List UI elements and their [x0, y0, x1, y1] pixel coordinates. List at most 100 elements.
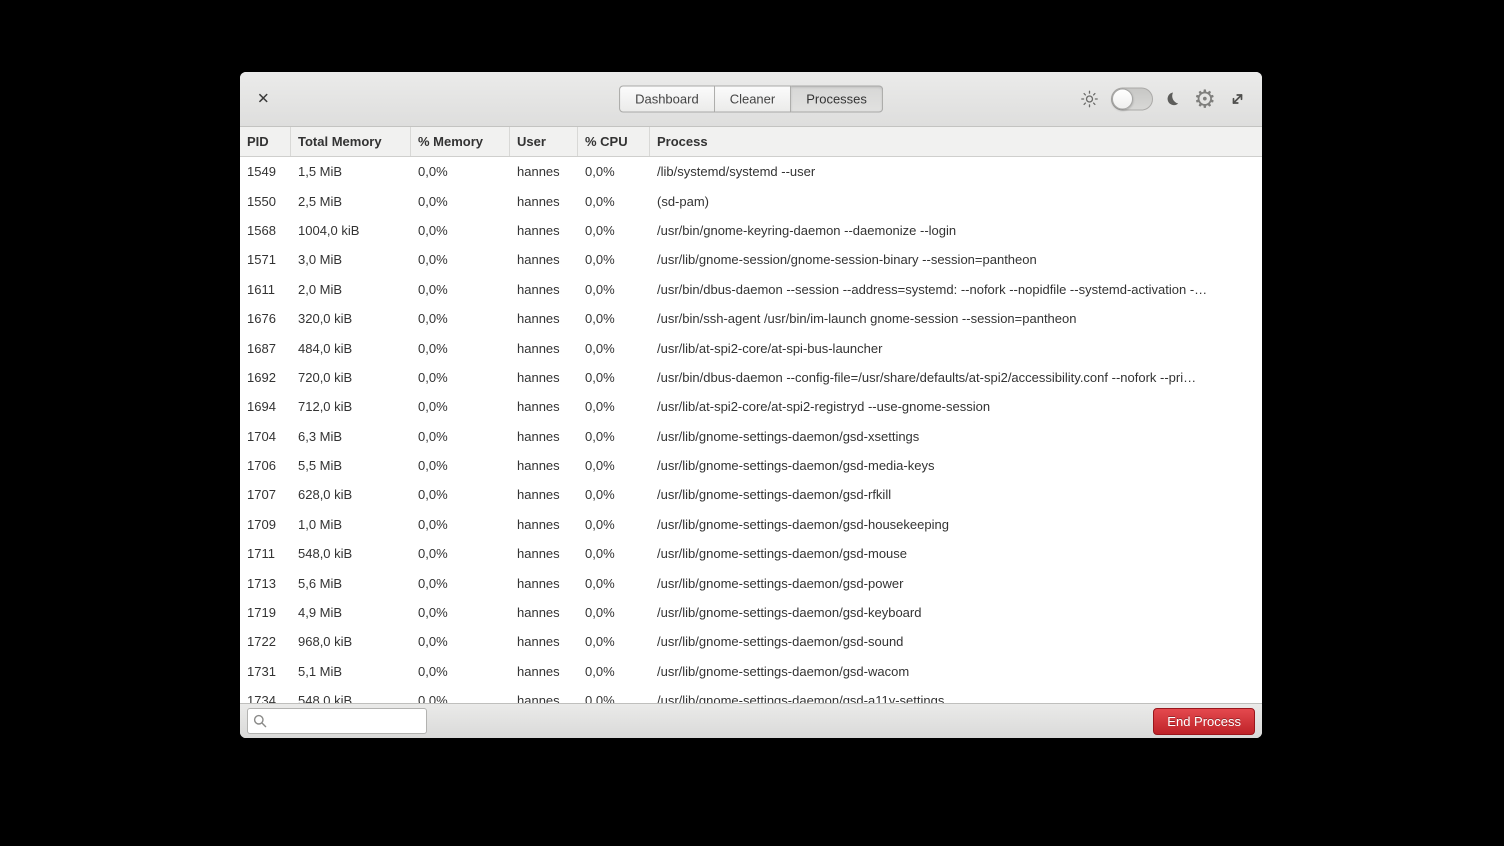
close-icon: ✕ — [257, 90, 270, 108]
cell-pid: 1704 — [240, 429, 291, 444]
cell-user: hannes — [510, 487, 578, 502]
cell-process: /usr/lib/gnome-settings-daemon/gsd-a11y-… — [650, 693, 1262, 703]
column-header-cpu[interactable]: % CPU — [578, 127, 650, 156]
end-process-button[interactable]: End Process — [1153, 708, 1255, 735]
cell-pid: 1713 — [240, 576, 291, 591]
cell-memory-pct: 0,0% — [411, 311, 510, 326]
cell-user: hannes — [510, 546, 578, 561]
cell-cpu-pct: 0,0% — [578, 399, 650, 414]
moon-icon — [1166, 92, 1181, 107]
cell-pid: 1687 — [240, 341, 291, 356]
cell-total-memory: 3,0 MiB — [291, 252, 411, 267]
cell-memory-pct: 0,0% — [411, 399, 510, 414]
cell-user: hannes — [510, 458, 578, 473]
tab-cleaner[interactable]: Cleaner — [715, 86, 792, 113]
cell-pid: 1676 — [240, 311, 291, 326]
cell-cpu-pct: 0,0% — [578, 370, 650, 385]
table-row[interactable]: 1707628,0 kiB0,0%hannes0,0%/usr/lib/gnom… — [240, 480, 1262, 509]
cell-process: /usr/bin/ssh-agent /usr/bin/im-launch gn… — [650, 311, 1262, 326]
cell-user: hannes — [510, 341, 578, 356]
tab-processes[interactable]: Processes — [791, 86, 883, 113]
cell-user: hannes — [510, 194, 578, 209]
fullscreen-icon[interactable] — [1229, 91, 1246, 108]
cell-user: hannes — [510, 282, 578, 297]
cell-memory-pct: 0,0% — [411, 223, 510, 238]
cell-total-memory: 1004,0 kiB — [291, 223, 411, 238]
table-row[interactable]: 1722968,0 kiB0,0%hannes0,0%/usr/lib/gnom… — [240, 627, 1262, 656]
table-row[interactable]: 1711548,0 kiB0,0%hannes0,0%/usr/lib/gnom… — [240, 539, 1262, 568]
cell-cpu-pct: 0,0% — [578, 546, 650, 561]
cell-cpu-pct: 0,0% — [578, 664, 650, 679]
cell-pid: 1731 — [240, 664, 291, 679]
column-header-memory[interactable]: % Memory — [411, 127, 510, 156]
table-row[interactable]: 17091,0 MiB0,0%hannes0,0%/usr/lib/gnome-… — [240, 510, 1262, 539]
cell-total-memory: 5,5 MiB — [291, 458, 411, 473]
cell-cpu-pct: 0,0% — [578, 164, 650, 179]
cell-memory-pct: 0,0% — [411, 282, 510, 297]
cell-memory-pct: 0,0% — [411, 370, 510, 385]
column-header-user[interactable]: User — [510, 127, 578, 156]
table-row[interactable]: 17135,6 MiB0,0%hannes0,0%/usr/lib/gnome-… — [240, 568, 1262, 597]
table-row[interactable]: 15681004,0 kiB0,0%hannes0,0%/usr/bin/gno… — [240, 216, 1262, 245]
cell-process: /usr/lib/gnome-settings-daemon/gsd-power — [650, 576, 1262, 591]
cell-total-memory: 1,5 MiB — [291, 164, 411, 179]
cell-pid: 1707 — [240, 487, 291, 502]
column-header-pid[interactable]: PID — [240, 127, 291, 156]
dark-mode-toggle[interactable] — [1111, 88, 1153, 111]
search-field[interactable] — [247, 708, 427, 734]
table-row[interactable]: 1676320,0 kiB0,0%hannes0,0%/usr/bin/ssh-… — [240, 304, 1262, 333]
cell-user: hannes — [510, 664, 578, 679]
cell-user: hannes — [510, 370, 578, 385]
cell-memory-pct: 0,0% — [411, 576, 510, 591]
table-row[interactable]: 15713,0 MiB0,0%hannes0,0%/usr/lib/gnome-… — [240, 245, 1262, 274]
close-button[interactable]: ✕ — [253, 90, 274, 109]
table-header: PIDTotal Memory% MemoryUser% CPUProcess — [240, 127, 1262, 157]
app-window: ✕ DashboardCleanerProcesses — [240, 72, 1262, 738]
cell-user: hannes — [510, 399, 578, 414]
column-header-process[interactable]: Process — [650, 127, 1262, 156]
cell-total-memory: 4,9 MiB — [291, 605, 411, 620]
cell-process: /lib/systemd/systemd --user — [650, 164, 1262, 179]
table-row[interactable]: 15491,5 MiB0,0%hannes0,0%/lib/systemd/sy… — [240, 157, 1262, 186]
cell-process: /usr/lib/gnome-settings-daemon/gsd-keybo… — [650, 605, 1262, 620]
cell-process: /usr/lib/gnome-session/gnome-session-bin… — [650, 252, 1262, 267]
cell-total-memory: 5,1 MiB — [291, 664, 411, 679]
cell-memory-pct: 0,0% — [411, 605, 510, 620]
table-row[interactable]: 17315,1 MiB0,0%hannes0,0%/usr/lib/gnome-… — [240, 657, 1262, 686]
cell-total-memory: 628,0 kiB — [291, 487, 411, 502]
cell-pid: 1709 — [240, 517, 291, 532]
cell-pid: 1568 — [240, 223, 291, 238]
cell-pid: 1611 — [240, 282, 291, 297]
view-switcher: DashboardCleanerProcesses — [619, 86, 883, 113]
cell-cpu-pct: 0,0% — [578, 311, 650, 326]
column-header-total-memory[interactable]: Total Memory — [291, 127, 411, 156]
settings-gear-icon[interactable]: ⚙ — [1194, 87, 1216, 112]
cell-user: hannes — [510, 252, 578, 267]
cell-pid: 1719 — [240, 605, 291, 620]
table-row[interactable]: 1734548,0 kiB0,0%hannes0,0%/usr/lib/gnom… — [240, 686, 1262, 703]
cell-total-memory: 1,0 MiB — [291, 517, 411, 532]
cell-cpu-pct: 0,0% — [578, 487, 650, 502]
table-row[interactable]: 1687484,0 kiB0,0%hannes0,0%/usr/lib/at-s… — [240, 333, 1262, 362]
table-row[interactable]: 15502,5 MiB0,0%hannes0,0%(sd-pam) — [240, 186, 1262, 215]
cell-total-memory: 2,5 MiB — [291, 194, 411, 209]
titlebar-right-controls: ⚙ — [1081, 87, 1246, 112]
cell-pid: 1571 — [240, 252, 291, 267]
cell-memory-pct: 0,0% — [411, 634, 510, 649]
cell-total-memory: 5,6 MiB — [291, 576, 411, 591]
table-row[interactable]: 17194,9 MiB0,0%hannes0,0%/usr/lib/gnome-… — [240, 598, 1262, 627]
table-row[interactable]: 1694712,0 kiB0,0%hannes0,0%/usr/lib/at-s… — [240, 392, 1262, 421]
table-row[interactable]: 16112,0 MiB0,0%hannes0,0%/usr/bin/dbus-d… — [240, 275, 1262, 304]
search-input[interactable] — [268, 713, 422, 730]
cell-process: /usr/lib/gnome-settings-daemon/gsd-wacom — [650, 664, 1262, 679]
table-row[interactable]: 1692720,0 kiB0,0%hannes0,0%/usr/bin/dbus… — [240, 363, 1262, 392]
table-row[interactable]: 17065,5 MiB0,0%hannes0,0%/usr/lib/gnome-… — [240, 451, 1262, 480]
titlebar[interactable]: ✕ DashboardCleanerProcesses — [240, 72, 1262, 127]
cell-user: hannes — [510, 576, 578, 591]
cell-memory-pct: 0,0% — [411, 429, 510, 444]
cell-pid: 1722 — [240, 634, 291, 649]
cell-user: hannes — [510, 429, 578, 444]
table-row[interactable]: 17046,3 MiB0,0%hannes0,0%/usr/lib/gnome-… — [240, 422, 1262, 451]
tab-dashboard[interactable]: Dashboard — [619, 86, 715, 113]
cell-memory-pct: 0,0% — [411, 517, 510, 532]
